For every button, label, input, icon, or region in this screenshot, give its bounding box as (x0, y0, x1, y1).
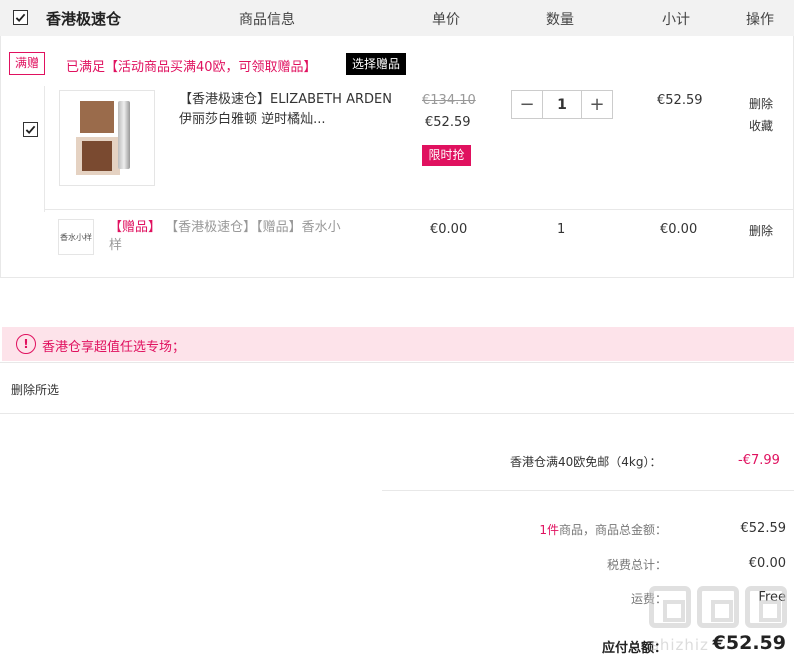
tax-value: €0.00 (748, 556, 786, 571)
column-price: 单价 (432, 12, 460, 28)
gift-tag: 【赠品】 (109, 220, 162, 235)
group-divider (44, 86, 45, 212)
flash-sale-badge: 限时抢 (422, 145, 471, 166)
gift-image[interactable]: 香水小样 (58, 219, 94, 255)
tax-label: 税费总计： (606, 558, 667, 572)
cart-header: 香港极速仓 商品信息 单价 数量 小计 操作 (0, 0, 794, 36)
item-subtotal: €52.59 (657, 93, 703, 108)
shipping-discount-value: -€7.99 (738, 453, 780, 468)
shipping-discount-label: 香港仓满40欧免邮（4kg）： (510, 455, 662, 469)
delete-link[interactable]: 删除 (749, 93, 773, 115)
delete-selected-button[interactable]: 删除所选 (11, 381, 59, 398)
warehouse-title: 香港极速仓 (46, 10, 122, 28)
checkmark-icon (15, 13, 26, 23)
goods-total-value: €52.59 (740, 521, 787, 536)
gift-qty: 1 (557, 222, 566, 237)
item-actions: 删除 收藏 (749, 93, 773, 137)
select-gift-button[interactable]: 选择赠品 (346, 53, 407, 75)
quantity-stepper: − 1 + (511, 90, 613, 119)
notice-bar: ! 香港仓享超值任选专场； (2, 327, 794, 361)
notice-text: 香港仓享超值任选专场； (42, 340, 186, 355)
product-name-link[interactable]: 【香港极速仓】ELIZABETH ARDEN 伊丽莎白雅顿 逆时橘灿... (179, 90, 394, 130)
column-action: 操作 (746, 12, 774, 28)
goods-total-label: 1件商品，商品总金额： (539, 523, 667, 537)
original-price: €134.10 (422, 93, 476, 108)
divider (45, 209, 793, 210)
qty-plus-button[interactable]: + (582, 91, 612, 118)
select-all-checkbox[interactable] (13, 10, 28, 25)
divider (0, 362, 794, 363)
item-checkbox[interactable] (23, 122, 38, 137)
favorite-link[interactable]: 收藏 (749, 115, 773, 137)
gift-subtotal: €0.00 (660, 222, 698, 237)
divider (382, 490, 794, 491)
column-qty: 数量 (546, 12, 574, 28)
watermark-logo: shizhiz (645, 580, 793, 666)
unit-price: €52.59 (425, 115, 471, 130)
item-count: 1件 (539, 523, 559, 537)
product-image[interactable] (59, 90, 155, 186)
warning-icon: ! (16, 334, 36, 354)
column-product: 商品信息 (239, 12, 295, 28)
promo-tag: 满赠 (9, 52, 46, 75)
watermark-text: shizhiz (651, 636, 709, 654)
gift-name[interactable]: 【赠品】 【香港极速仓】【赠品】香水小样 (109, 219, 349, 255)
divider (0, 413, 794, 414)
gift-delete-link[interactable]: 删除 (749, 222, 773, 239)
checkmark-icon (25, 125, 36, 135)
promo-text: 已满足【活动商品买满40欧，可领取赠品】 (66, 60, 317, 75)
qty-input[interactable]: 1 (542, 91, 582, 118)
qty-minus-button[interactable]: − (512, 91, 542, 118)
column-subtotal: 小计 (662, 12, 690, 28)
gift-price: €0.00 (430, 222, 468, 237)
